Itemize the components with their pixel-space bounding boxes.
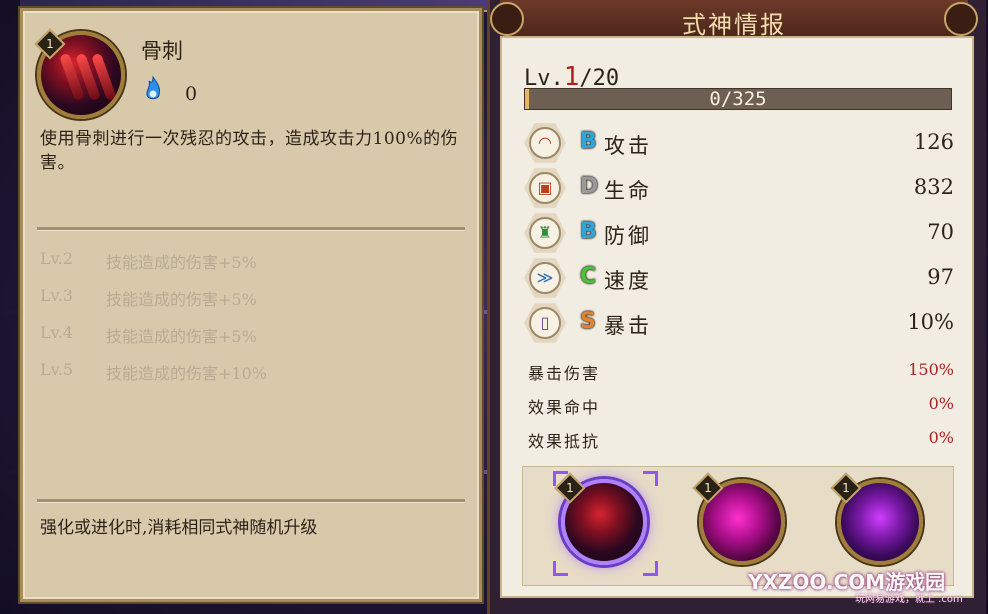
selection-bracket — [553, 561, 568, 576]
upgrade-row: Lv.4 技能造成的伤害+5% — [40, 323, 267, 360]
stat-name: 暴击 — [604, 314, 652, 338]
stat-row: ♜ B 防御 70 — [524, 212, 954, 254]
upgrade-level: Lv.2 — [40, 249, 74, 268]
onibi-flame-icon — [146, 75, 160, 100]
stat-value: 70 — [927, 220, 954, 244]
stat-name: 攻击 — [604, 134, 652, 158]
sub-stat-name: 暴击伤害 — [528, 364, 601, 383]
upgrade-level: Lv.5 — [40, 360, 74, 379]
stat-row: ≫ C 速度 97 — [524, 257, 954, 299]
skill-slot-2[interactable]: 1 — [692, 472, 785, 565]
upgrade-level: Lv.3 — [40, 286, 74, 305]
sub-stat-value: 0% — [928, 428, 954, 447]
skill-name: 骨刺 — [141, 39, 183, 63]
stat-value: 97 — [927, 265, 954, 289]
stat-row: ▣ D 生命 832 — [524, 167, 954, 209]
skill-icon-container: 1 — [34, 28, 125, 119]
scroll-icon: ▣ — [529, 172, 561, 204]
selection-bracket — [643, 561, 658, 576]
stat-icon-frame: ▯ — [524, 303, 566, 343]
upgrade-level: Lv.4 — [40, 323, 74, 342]
skill-slot-level-text: 1 — [704, 481, 712, 495]
stat-icon-frame: ≫ — [524, 258, 566, 298]
sub-stat-name: 效果抵抗 — [528, 432, 601, 451]
stat-value: 832 — [913, 175, 954, 199]
upgrade-effect: 技能造成的伤害+5% — [106, 253, 257, 272]
divider — [37, 499, 465, 503]
upgrade-row: Lv.5 技能造成的伤害+10% — [40, 360, 267, 397]
stat-grade: B — [580, 129, 597, 154]
stat-grade: C — [580, 264, 597, 289]
stat-name: 生命 — [604, 179, 652, 203]
skill-detail-panel: 1 骨刺 0 使用骨刺进行一次残忍的攻击，造成攻击力100%的伤害。 Lv.2 技… — [20, 8, 482, 602]
game-scene: 1 骨刺 0 使用骨刺进行一次残忍的攻击，造成攻击力100%的伤害。 Lv.2 技… — [0, 0, 988, 614]
speed-icon: ≫ — [529, 262, 561, 294]
skill-slot-1[interactable]: 1 — [554, 472, 647, 565]
stat-row: ▯ S 暴击 10% — [524, 302, 954, 344]
sub-stat-name: 效果命中 — [528, 398, 601, 417]
stat-icon-frame: ◠ — [524, 123, 566, 163]
skill-description: 使用骨刺进行一次残忍的攻击，造成攻击力100%的伤害。 — [40, 129, 459, 173]
armor-icon: ♜ — [529, 217, 561, 249]
skill-upgrade-list: Lv.2 技能造成的伤害+5% Lv.3 技能造成的伤害+5% Lv.4 技能造成的伤害+… — [40, 249, 267, 397]
selection-bracket — [643, 471, 658, 486]
upgrade-row: Lv.3 技能造成的伤害+5% — [40, 286, 267, 323]
stat-name: 防御 — [604, 224, 652, 248]
upgrade-effect: 技能造成的伤害+5% — [106, 327, 257, 346]
upgrade-note: 强化或进化时,消耗相同式神随机升级 — [40, 518, 318, 538]
stat-grade: D — [580, 174, 599, 199]
shikigami-info-panel: Lv.1/20 0/325 ◠ B 攻击 126 ▣ D 生命 832 ♜ B 防御 70 ≫ C 速度 97… — [500, 36, 974, 598]
skill-level-badge-text: 1 — [46, 37, 54, 51]
skill-slot-3[interactable]: 1 — [830, 472, 923, 565]
sub-stat-row: 效果命中 0% — [528, 394, 954, 424]
info-title-bar: 式神情报 — [490, 0, 978, 40]
stat-name: 速度 — [604, 269, 652, 293]
stat-row: ◠ B 攻击 126 — [524, 122, 954, 164]
stat-grade: S — [580, 309, 596, 334]
site-watermark-sub: 玩网易游戏，就上 .com — [855, 594, 963, 605]
divider — [37, 227, 465, 231]
sub-stat-value: 150% — [908, 360, 954, 379]
sub-stat-value: 0% — [928, 394, 954, 413]
upgrade-row: Lv.2 技能造成的伤害+5% — [40, 249, 267, 286]
stat-grade: B — [580, 219, 597, 244]
upgrade-effect: 技能造成的伤害+5% — [106, 290, 257, 309]
skill-cost-value: 0 — [185, 83, 198, 105]
upgrade-effect: 技能造成的伤害+10% — [106, 364, 267, 383]
selection-bracket — [553, 471, 568, 486]
stat-icon-frame: ▣ — [524, 168, 566, 208]
skill-slot-level-text: 1 — [842, 481, 850, 495]
fan-icon: ◠ — [529, 127, 561, 159]
stat-value: 126 — [913, 130, 954, 154]
exp-bar: 0/325 — [524, 88, 952, 110]
talisman-icon: ▯ — [529, 307, 561, 339]
stat-value: 10% — [907, 310, 954, 334]
stat-icon-frame: ♜ — [524, 213, 566, 253]
sub-stat-row: 暴击伤害 150% — [528, 360, 954, 390]
info-title: 式神情报 — [682, 11, 786, 39]
skill-slot-level-badge: 1 — [692, 472, 724, 504]
sub-stat-row: 效果抵抗 0% — [528, 428, 954, 458]
exp-text: 0/325 — [709, 88, 767, 110]
skill-slot-level-badge: 1 — [830, 472, 862, 504]
